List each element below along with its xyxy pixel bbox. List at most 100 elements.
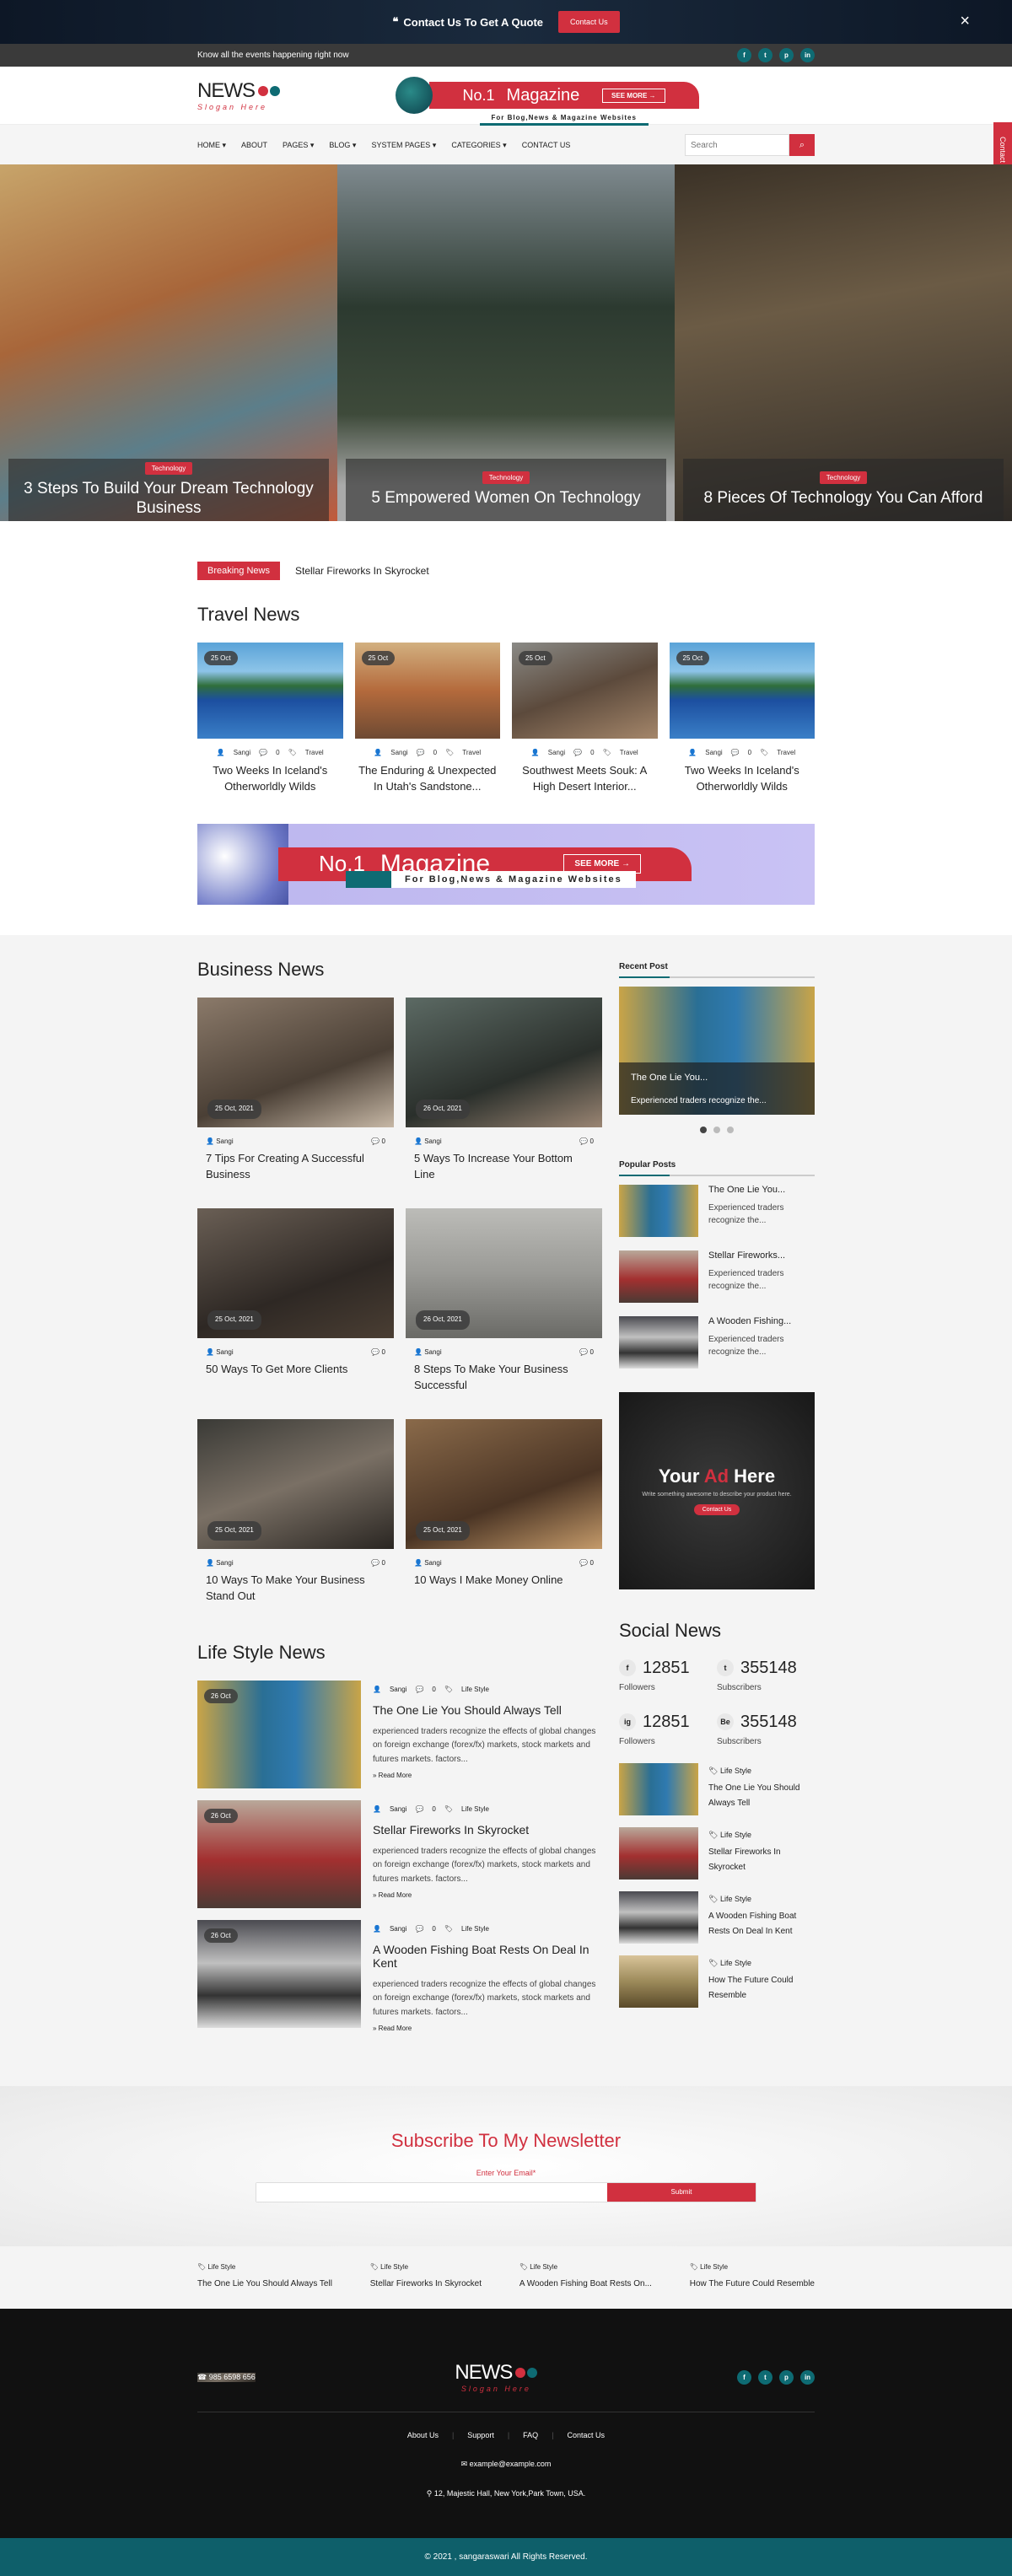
magazine-ad-banner[interactable]: No.1 Magazine SEE MORE → For Blog,News &… bbox=[197, 823, 815, 905]
social-news-image[interactable] bbox=[619, 1826, 698, 1880]
nav-home[interactable]: HOME ▾ bbox=[197, 141, 226, 150]
category-tag[interactable]: Technology bbox=[482, 471, 530, 485]
popular-post-title[interactable]: The One Lie You... bbox=[708, 1185, 815, 1195]
pinterest-icon[interactable]: p bbox=[779, 2369, 794, 2385]
social-news-item[interactable]: 🏷 Life Style A Wooden Fishing Boat Rests … bbox=[619, 1890, 815, 1944]
social-news-title[interactable]: How The Future Could Resemble bbox=[708, 1973, 815, 2003]
footer-logo[interactable]: NEWS Slogan Here bbox=[455, 2361, 538, 2393]
search-input[interactable] bbox=[685, 134, 789, 156]
popular-post-title[interactable]: A Wooden Fishing... bbox=[708, 1316, 815, 1326]
social-news-title[interactable]: The One Lie You Should Always Tell bbox=[708, 1781, 815, 1811]
category-tag[interactable]: Technology bbox=[144, 461, 193, 475]
business-title[interactable]: 50 Ways To Get More Clients bbox=[206, 1361, 385, 1378]
nav-system-pages[interactable]: SYSTEM PAGES ▾ bbox=[371, 141, 436, 150]
popular-post[interactable]: The One Lie You... Experienced traders re… bbox=[619, 1184, 815, 1237]
footer-link-faq[interactable]: FAQ bbox=[523, 2431, 538, 2439]
business-card[interactable]: 25 Oct, 2021 👤 Sangi 💬 0 7 Tips For Creat… bbox=[197, 997, 394, 1183]
hero-slide[interactable]: Technology 5 Empowered Women On Technolo… bbox=[337, 164, 675, 521]
popular-post[interactable]: A Wooden Fishing... Experienced traders r… bbox=[619, 1315, 815, 1369]
footer-link-support[interactable]: Support bbox=[467, 2431, 494, 2439]
social-news-item[interactable]: 🏷 Life Style How The Future Could Resembl… bbox=[619, 1955, 815, 2008]
lifestyle-title[interactable]: A Wooden Fishing Boat Rests On Deal In K… bbox=[373, 1943, 602, 1970]
travel-title[interactable]: The Enduring & Unexpected In Utah's Sand… bbox=[355, 763, 501, 795]
travel-title[interactable]: Two Weeks In Iceland's Otherworldly Wild… bbox=[670, 763, 816, 795]
popular-post-image[interactable] bbox=[619, 1315, 698, 1369]
footer-link-about[interactable]: About Us bbox=[407, 2431, 439, 2439]
category-tag[interactable]: Technology bbox=[819, 471, 868, 485]
header-ad-banner[interactable]: No.1 Magazine SEE MORE → For Blog,News &… bbox=[395, 77, 699, 126]
business-card[interactable]: 25 Oct, 2021 👤 Sangi 💬 0 10 Ways I Make M… bbox=[406, 1418, 602, 1605]
ad-box[interactable]: Your Ad Here Write something awesome to … bbox=[619, 1391, 815, 1589]
contact-us-button[interactable]: Contact Us bbox=[558, 11, 620, 33]
strip-item[interactable]: 🏷 Life Style The One Lie You Should Alway… bbox=[197, 2263, 332, 2288]
social-news-item[interactable]: 🏷 Life Style The One Lie You Should Alway… bbox=[619, 1762, 815, 1815]
travel-title[interactable]: Southwest Meets Souk: A High Desert Inte… bbox=[512, 763, 658, 795]
search-icon[interactable]: ⌕ bbox=[789, 134, 815, 156]
travel-image[interactable]: 25 Oct bbox=[512, 643, 658, 739]
social-stat[interactable]: t 355148 Subscribers bbox=[717, 1659, 815, 1692]
lifestyle-image[interactable]: 26 Oct bbox=[197, 1799, 361, 1908]
lifestyle-item[interactable]: 26 Oct 👤 Sangi 💬 0 🏷 Life Style The One Lie Y… bbox=[197, 1680, 602, 1788]
business-card[interactable]: 26 Oct, 2021 👤 Sangi 💬 0 8 Steps To Make … bbox=[406, 1207, 602, 1394]
strip-item[interactable]: 🏷 Life Style Stellar Fireworks In Skyrock… bbox=[370, 2263, 482, 2288]
social-news-image[interactable] bbox=[619, 1890, 698, 1944]
business-card[interactable]: 25 Oct, 2021 👤 Sangi 💬 0 10 Ways To Make … bbox=[197, 1418, 394, 1605]
footer-phone[interactable]: ☎ 985 6598 656 bbox=[197, 2372, 256, 2382]
social-news-item[interactable]: 🏷 Life Style Stellar Fireworks In Skyrock… bbox=[619, 1826, 815, 1880]
travel-image[interactable]: 25 Oct bbox=[669, 643, 815, 739]
lifestyle-image[interactable]: 26 Oct bbox=[197, 1680, 361, 1788]
hero-title[interactable]: 8 Pieces Of Technology You Can Afford bbox=[704, 489, 983, 508]
social-news-title[interactable]: Stellar Fireworks In Skyrocket bbox=[708, 1845, 815, 1875]
social-news-image[interactable] bbox=[619, 1762, 698, 1815]
business-image[interactable]: 25 Oct, 2021 bbox=[406, 1418, 602, 1549]
business-title[interactable]: 10 Ways To Make Your Business Stand Out bbox=[206, 1572, 385, 1605]
social-news-title[interactable]: A Wooden Fishing Boat Rests On Deal In K… bbox=[708, 1909, 815, 1939]
facebook-icon[interactable]: f bbox=[737, 2369, 751, 2385]
business-image[interactable]: 26 Oct, 2021 bbox=[406, 1207, 602, 1338]
nav-about[interactable]: ABOUT bbox=[241, 141, 267, 150]
social-news-image[interactable] bbox=[619, 1955, 698, 2008]
business-title[interactable]: 7 Tips For Creating A Successful Busines… bbox=[206, 1150, 385, 1183]
business-card[interactable]: 26 Oct, 2021 👤 Sangi 💬 0 5 Ways To Increa… bbox=[406, 997, 602, 1183]
read-more-link[interactable]: Read More bbox=[379, 2025, 412, 2032]
travel-title[interactable]: Two Weeks In Iceland's Otherworldly Wild… bbox=[197, 763, 343, 795]
lifestyle-title[interactable]: Stellar Fireworks In Skyrocket bbox=[373, 1823, 602, 1837]
business-image[interactable]: 26 Oct, 2021 bbox=[406, 997, 602, 1127]
lifestyle-item[interactable]: 26 Oct 👤 Sangi 💬 0 🏷 Life Style A Wooden Fish… bbox=[197, 1919, 602, 2032]
hero-title[interactable]: 5 Empowered Women On Technology bbox=[371, 489, 640, 508]
linkedin-icon[interactable]: in bbox=[800, 2369, 815, 2385]
slider-dot[interactable] bbox=[700, 1126, 707, 1133]
business-image[interactable]: 25 Oct, 2021 bbox=[197, 997, 394, 1127]
footer-link-contact[interactable]: Contact Us bbox=[568, 2431, 606, 2439]
travel-image[interactable]: 25 Oct bbox=[354, 643, 500, 739]
strip-item[interactable]: 🏷 Life Style How The Future Could Resembl… bbox=[690, 2263, 815, 2288]
recent-post-slider[interactable]: The One Lie You... Experienced traders r… bbox=[619, 986, 815, 1115]
slider-dot[interactable] bbox=[727, 1126, 734, 1133]
strip-item[interactable]: 🏷 Life Style A Wooden Fishing Boat Rests … bbox=[519, 2263, 652, 2288]
hero-title[interactable]: 3 Steps To Build Your Dream Technology B… bbox=[8, 480, 329, 519]
breaking-text[interactable]: Stellar Fireworks In Skyrocket bbox=[295, 565, 429, 577]
popular-post[interactable]: Stellar Fireworks... Experienced traders … bbox=[619, 1250, 815, 1303]
lifestyle-item[interactable]: 26 Oct 👤 Sangi 💬 0 🏷 Life Style Stellar Firew… bbox=[197, 1799, 602, 1908]
travel-image[interactable]: 25 Oct bbox=[197, 643, 343, 739]
travel-card[interactable]: 25 Oct 👤 Sangi 💬 0 🏷 Travel Two Weeks In Icel… bbox=[197, 643, 343, 795]
lifestyle-title[interactable]: The One Lie You Should Always Tell bbox=[373, 1703, 602, 1717]
travel-card[interactable]: 25 Oct 👤 Sangi 💬 0 🏷 Travel The Enduring & Un… bbox=[354, 643, 501, 795]
popular-post-image[interactable] bbox=[619, 1250, 698, 1303]
read-more-link[interactable]: Read More bbox=[379, 1772, 412, 1779]
popular-post-image[interactable] bbox=[619, 1184, 698, 1237]
business-title[interactable]: 10 Ways I Make Money Online bbox=[414, 1572, 594, 1589]
twitter-icon[interactable]: t bbox=[758, 48, 772, 62]
social-stat[interactable]: f 12851 Followers bbox=[619, 1659, 717, 1692]
pinterest-icon[interactable]: p bbox=[779, 48, 794, 62]
linkedin-icon[interactable]: in bbox=[800, 48, 815, 62]
business-image[interactable]: 25 Oct, 2021 bbox=[197, 1418, 394, 1549]
business-card[interactable]: 25 Oct, 2021 👤 Sangi 💬 0 50 Ways To Get M… bbox=[197, 1207, 394, 1394]
ad-contact-button[interactable]: Contact Us bbox=[693, 1504, 740, 1516]
nav-categories[interactable]: CATEGORIES ▾ bbox=[451, 141, 506, 150]
twitter-icon[interactable]: t bbox=[758, 2369, 772, 2385]
footer-email[interactable]: ✉ example@example.com bbox=[197, 2460, 815, 2469]
see-more-button[interactable]: SEE MORE → bbox=[602, 88, 665, 103]
email-field[interactable] bbox=[256, 2183, 607, 2202]
recent-post-title[interactable]: The One Lie You... bbox=[631, 1073, 803, 1083]
